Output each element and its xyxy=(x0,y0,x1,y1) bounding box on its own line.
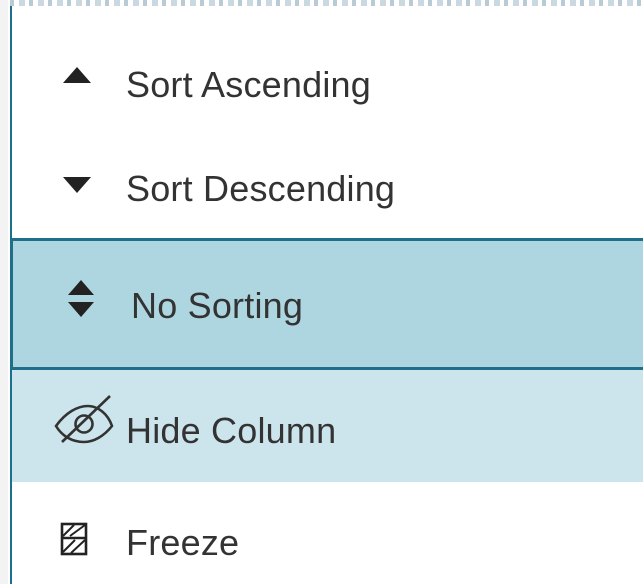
eye-slash-icon xyxy=(50,392,116,448)
menu-item-label: Hide Column xyxy=(126,410,337,451)
menu-item-label: Sort Descending xyxy=(126,168,396,209)
sort-both-icon xyxy=(67,279,95,319)
menu-item-label: Freeze xyxy=(126,522,240,563)
triangle-up-icon xyxy=(62,66,92,84)
menu-item-sort-descending[interactable]: Sort Descending xyxy=(12,130,643,242)
column-context-menu: Sort Ascending Sort Descending No Sortin… xyxy=(10,6,643,584)
menu-item-hide-column[interactable]: Hide Column xyxy=(12,370,643,482)
menu-item-sort-ascending[interactable]: Sort Ascending xyxy=(12,20,643,124)
menu-item-freeze[interactable]: Freeze xyxy=(12,482,643,584)
triangle-down-icon xyxy=(62,176,92,194)
background-edge-fragment xyxy=(0,0,8,584)
page: Sort Ascending Sort Descending No Sortin… xyxy=(0,0,643,584)
menu-item-no-sorting[interactable]: No Sorting xyxy=(10,238,643,370)
freeze-icon xyxy=(60,522,88,556)
menu-item-label: Sort Ascending xyxy=(126,64,371,105)
menu-item-label: No Sorting xyxy=(131,285,304,326)
